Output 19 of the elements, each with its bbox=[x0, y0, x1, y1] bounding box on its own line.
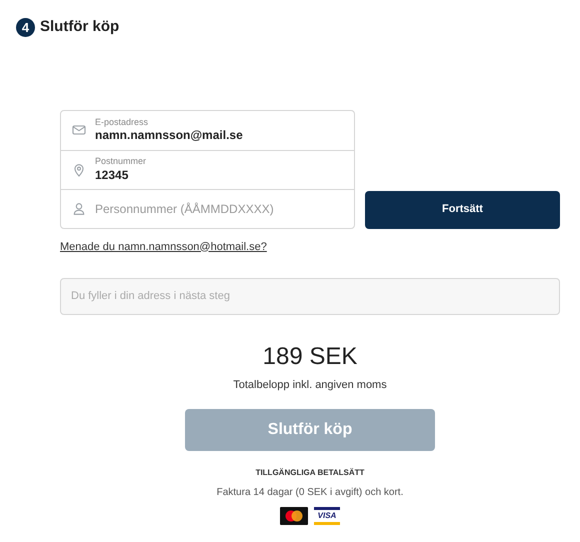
step-title: Slutför köp bbox=[40, 17, 120, 37]
total-amount: 189 SEK bbox=[262, 344, 358, 368]
field-placeholder: Personnummer (ÅÅMMDDXXXX) bbox=[95, 200, 274, 218]
person-icon bbox=[71, 200, 87, 216]
total-caption: Totalbelopp inkl. angiven moms bbox=[233, 378, 387, 392]
payment-description: Faktura 14 dagar (0 SEK i avgift) och kort. bbox=[216, 486, 404, 500]
field-placeholder: Du fyller i din adress i nästa steg bbox=[71, 288, 230, 304]
field-value: namn.namnsson@mail.se bbox=[95, 128, 243, 144]
step-number-badge: 4 bbox=[16, 18, 35, 37]
input-field[interactable]: E-postadress namn.namnsson@mail.se bbox=[61, 110, 354, 150]
continue-button[interactable]: Fortsätt bbox=[365, 190, 560, 228]
email-suggestion-link[interactable]: Menade du namn.namnsson@hotmail.se? bbox=[60, 240, 267, 252]
field-label: Postnummer bbox=[95, 156, 146, 168]
payment-heading: TILLGÄNGLIGA BETALSÄTT bbox=[256, 467, 364, 479]
field-value: 12345 bbox=[95, 168, 130, 183]
field-label: E-postadress bbox=[95, 116, 150, 128]
mastercard-logo-icon bbox=[280, 507, 308, 525]
visa-logo: VISA bbox=[314, 507, 340, 525]
input-field[interactable]: Postnummer 12345 bbox=[61, 150, 354, 188]
